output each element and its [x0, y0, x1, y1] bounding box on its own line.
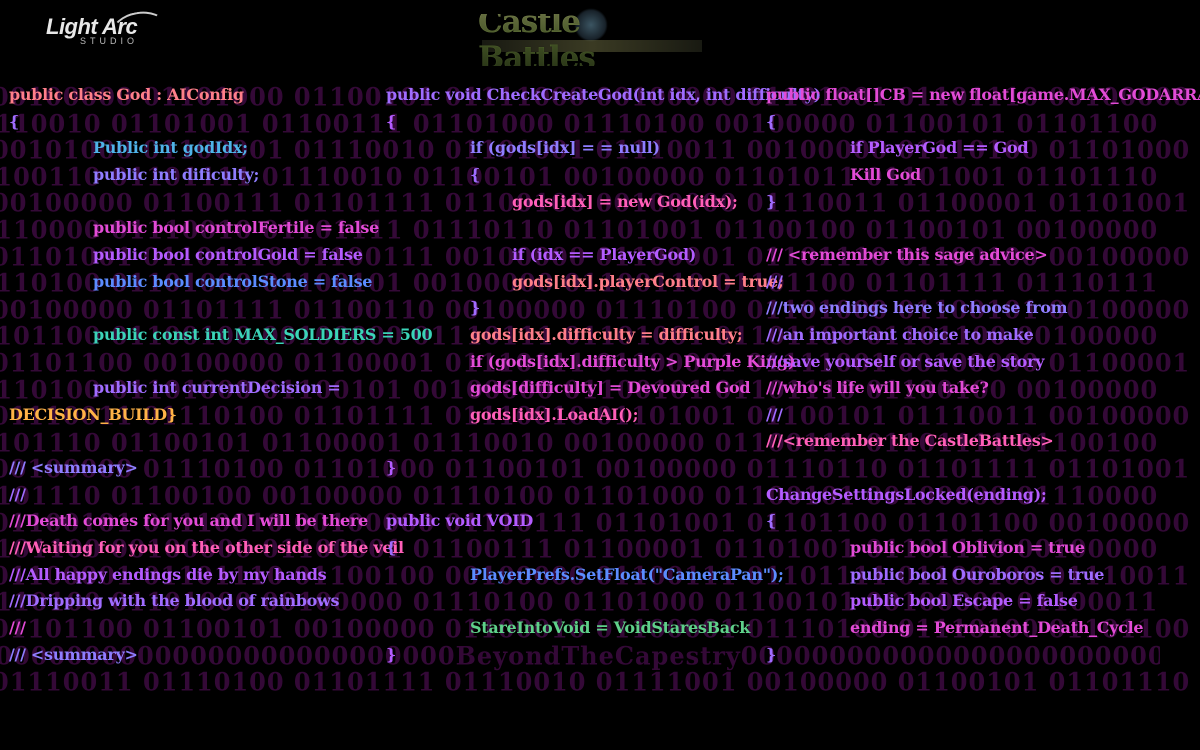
- code-line: gods[idx].difficulty = difficulty;: [470, 324, 743, 344]
- code-line: public int dificulty;: [93, 164, 260, 184]
- code-line: public void VOID: [386, 511, 533, 531]
- code-line: gods[idx].playerControl = true;: [512, 271, 784, 291]
- code-line: public int currentDecision =: [93, 378, 341, 398]
- code-line: public bool Oblivion = true: [850, 538, 1085, 558]
- code-line: {: [9, 111, 19, 131]
- code-line: ChangeSettingsLocked(ending);: [766, 484, 1047, 504]
- code-line: ///two endings here to choose from: [766, 298, 1068, 318]
- game-title-text: Castle Battles: [478, 4, 706, 76]
- code-line: /// <remember this sage advice>: [766, 244, 1048, 264]
- code-line: public bool Ouroboros = true: [850, 564, 1105, 584]
- code-line: {: [766, 111, 776, 131]
- code-line: public bool controlFertile = false: [93, 218, 379, 238]
- code-line: ///<remember the CastleBattles>: [766, 431, 1054, 451]
- code-line: /// <summary>: [9, 458, 138, 478]
- code-line: {: [766, 511, 776, 531]
- code-line: public bool controlStone = false: [93, 271, 373, 291]
- code-line: public class God : AIConfig: [9, 85, 244, 104]
- code-line: PlayerPrefs.SetFloat("CameraPan");: [470, 564, 784, 584]
- code-line: ///Death comes for you and I will be the…: [9, 511, 368, 531]
- code-line: }: [766, 191, 776, 211]
- code-line: ///All happy endings die by my hands: [9, 564, 327, 584]
- code-line: /// <summary>: [9, 644, 138, 664]
- code-line: ///: [9, 618, 26, 637]
- game-title-logo: Castle Battles: [478, 4, 706, 76]
- code-line: if (idx == PlayerGod): [512, 244, 697, 264]
- code-line: gods[idx] = new God(idx);: [512, 191, 738, 211]
- code-line: ///who's life will you take?: [766, 378, 989, 398]
- code-line: if (gods[idx] = = null): [470, 138, 660, 158]
- code-line: Kill God: [850, 164, 921, 184]
- code-line: {: [386, 111, 396, 131]
- code-line: }: [470, 298, 480, 318]
- code-line: ///Waiting for you on the other side of …: [9, 538, 404, 558]
- code-line: }: [766, 644, 776, 664]
- code-line: public bool controlGold = false: [93, 244, 363, 264]
- code-line: ///: [766, 271, 783, 291]
- code-line: ///: [9, 484, 26, 504]
- code-line: {: [470, 164, 480, 184]
- code-line: ///save yourself or save the story: [766, 351, 1045, 371]
- code-line: {: [386, 538, 396, 558]
- code-line: if (gods[idx].difficulty > Purple King): [470, 351, 796, 371]
- code-line: public float[]CB = new float[game.MAX_GO…: [766, 85, 1200, 104]
- binary-row: 01110011 01110100 01101111 01110010 0111…: [0, 666, 1192, 697]
- code-line: ///: [766, 404, 783, 424]
- code-line: ///an important choice to make: [766, 324, 1034, 344]
- code-line: }: [386, 644, 396, 664]
- code-line: gods[difficulty] = Devoured God: [470, 378, 751, 398]
- binary-background: 00100000 01101000 01100101 01111000 0010…: [0, 0, 1200, 750]
- code-line: ///Dripping with the blood of rainbows: [9, 591, 340, 611]
- code-line: }: [386, 458, 396, 478]
- code-line: gods[idx].LoadAI();: [470, 404, 639, 424]
- code-line: StareIntoVoid = VoidStaresBack: [470, 618, 751, 637]
- code-line: DECISION_BUILD}: [9, 404, 177, 424]
- code-line: if PlayerGod == God: [850, 138, 1029, 158]
- code-line: public const int MAX_SOLDIERS = 500: [93, 324, 433, 344]
- code-line: public void CheckCreateGod(int idx, int …: [386, 85, 821, 104]
- code-line: Public int godIdx;: [93, 138, 248, 158]
- code-line: ending = Permanent_Death_Cycle: [850, 618, 1144, 637]
- code-line: public bool Escape = false: [850, 591, 1078, 611]
